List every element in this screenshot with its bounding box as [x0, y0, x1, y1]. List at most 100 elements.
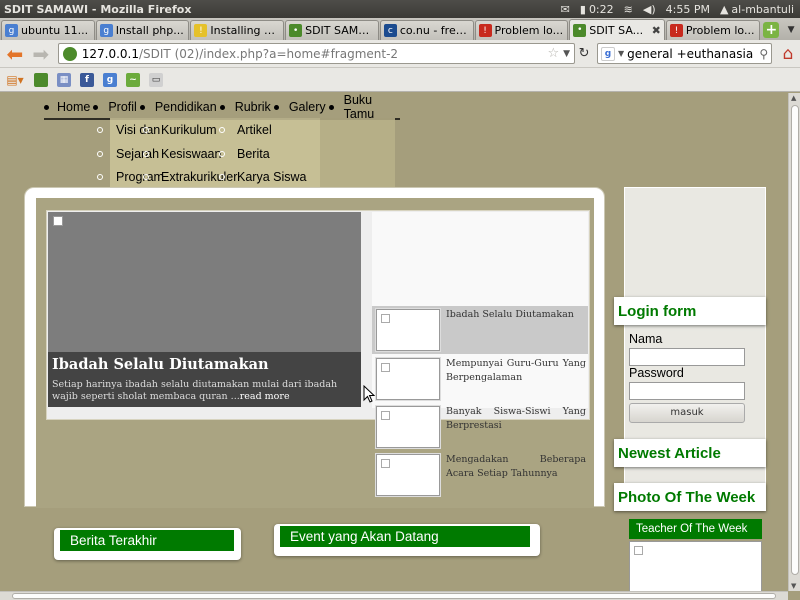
tab-label: ubuntu 11... — [21, 24, 89, 37]
submenu-item[interactable]: Visi dan — [116, 123, 160, 137]
tab-label: Problem lo... — [685, 24, 755, 37]
featured-item-text: Mempunyai Guru-Guru Yang Berpengalaman — [446, 358, 586, 383]
mail-icon[interactable]: ✉ — [561, 3, 570, 16]
bookmark-grid-icon[interactable]: ▦ — [57, 72, 71, 87]
back-button[interactable]: ⬅ — [2, 42, 28, 66]
read-more-link[interactable]: read more — [240, 391, 290, 402]
newest-article-title: Newest Article — [614, 439, 766, 467]
menu-home-label: Home — [57, 100, 91, 114]
search-bar[interactable]: g ▼ general +euthanasia ⚲ — [596, 43, 773, 64]
user-menu[interactable]: ▲ al-mbantuli — [720, 3, 794, 16]
tab-label: co.nu - free... — [399, 24, 470, 37]
browser-tab[interactable]: • SDIT SA... ✖ — [569, 19, 665, 40]
main-menu: Home Profil Pendidikan Rubrik Galery Buk… — [44, 93, 400, 121]
conu-icon: c — [383, 24, 397, 37]
clock[interactable]: 4:55 PM — [666, 3, 710, 16]
menu-profil[interactable]: Profil — [108, 100, 145, 114]
url-path: /SDIT (02)/index.php?a=home#fragment-2 — [138, 46, 399, 61]
submenu-item[interactable]: Artikel — [237, 123, 272, 137]
os-top-panel: SDIT SAMAWI - Mozilla Firefox ✉ ▮ 0:22 ≋ … — [0, 0, 800, 18]
menu-bullet — [219, 104, 225, 110]
site-identity-icon[interactable] — [62, 46, 77, 61]
browser-tab[interactable]: g ubuntu 11... — [1, 20, 95, 40]
browser-tab[interactable]: c co.nu - free... — [379, 20, 474, 40]
submenu-item[interactable]: Berita — [237, 147, 270, 161]
menu-pendidikan-label: Pendidikan — [154, 100, 217, 114]
browser-tab[interactable]: ! Problem lo... — [665, 20, 760, 40]
search-query[interactable]: general +euthanasia — [627, 47, 759, 61]
url-dropdown-icon[interactable]: ▼ — [563, 49, 570, 59]
menu-bullet — [139, 104, 145, 110]
search-icon[interactable]: ⚲ — [759, 47, 768, 61]
submenu-item[interactable]: Karya Siswa — [237, 170, 306, 184]
google-bookmark-icon[interactable]: g — [103, 72, 117, 87]
horizontal-scroll-thumb[interactable] — [12, 593, 776, 599]
browser-tab[interactable]: ! Installing A... — [190, 20, 285, 40]
menu-bullet — [328, 104, 334, 110]
bookmark-star-icon[interactable]: ☆ — [548, 46, 560, 61]
url-bar[interactable]: 127.0.0.1/SDIT (02)/index.php?a=home#fra… — [57, 43, 576, 64]
wifi-icon[interactable]: ≋ — [624, 3, 633, 16]
user-name: al-mbantuli — [731, 2, 794, 16]
facebook-icon[interactable]: f — [80, 72, 94, 87]
berita-terakhir-box: Berita Terakhir — [54, 528, 241, 560]
featured-thumbnail — [376, 358, 440, 400]
tab-label: SDIT SAMA... — [305, 24, 375, 37]
tab-label: Install php... — [115, 24, 184, 37]
scroll-up-icon[interactable]: ▲ — [791, 94, 796, 102]
browser-tab[interactable]: ! Problem lo... — [474, 20, 569, 40]
featured-list-item[interactable]: Mengadakan Beberapa Acara Setiap Tahunny… — [372, 451, 588, 499]
menu-profil-label: Profil — [108, 100, 137, 114]
teacher-photo[interactable] — [629, 541, 762, 593]
volume-icon[interactable]: ◀) — [643, 3, 656, 16]
horizontal-scrollbar[interactable] — [0, 591, 788, 600]
menu-buku-tamu[interactable]: Buku Tamu — [344, 93, 390, 121]
battery-indicator[interactable]: ▮ 0:22 — [580, 3, 614, 16]
featured-list-item[interactable]: Mempunyai Guru-Guru Yang Berpengalaman — [372, 355, 588, 403]
submenu-item[interactable]: Kesiswaan — [161, 147, 221, 161]
menu-bullet — [273, 104, 279, 110]
submenu-bullet — [143, 127, 149, 133]
broken-image-icon — [634, 546, 643, 555]
event-title: Event yang Akan Datang — [280, 526, 530, 547]
tab-list-icon[interactable]: ▼ — [782, 20, 800, 40]
scroll-down-icon[interactable]: ▼ — [791, 582, 796, 590]
login-button[interactable]: masuk — [629, 403, 745, 423]
submenu-item[interactable]: Program — [116, 170, 164, 184]
menu-rubrik[interactable]: Rubrik — [235, 100, 279, 114]
vertical-scrollbar[interactable]: ▲ ▼ — [788, 93, 800, 591]
menu-home[interactable]: Home — [44, 98, 99, 116]
submenu-item[interactable]: Sejarah — [116, 147, 159, 161]
search-engine-dropdown-icon[interactable]: ▼ — [618, 49, 624, 58]
password-input[interactable] — [629, 382, 745, 400]
forward-button[interactable]: ➡ — [28, 42, 54, 66]
nama-label: Nama — [629, 332, 663, 346]
tab-label: SDIT SA... — [589, 23, 644, 37]
featured-list-item[interactable]: Ibadah Selalu Diutamakan — [372, 306, 588, 354]
broken-image-icon — [53, 216, 63, 226]
featured-item-text: Mengadakan Beberapa Acara Setiap Tahunny… — [446, 454, 586, 479]
submenu-item[interactable]: Extrakurikuler — [161, 170, 237, 184]
featured-list-item[interactable]: Banyak Siswa-Siswi Yang Berprestasi — [372, 403, 588, 451]
reload-icon[interactable]: ↻ — [575, 46, 593, 61]
bookmark-site-icon[interactable] — [34, 72, 48, 87]
nama-input[interactable] — [629, 348, 745, 366]
bookmark-page-icon[interactable]: ▭ — [149, 72, 163, 87]
broken-image-icon — [381, 363, 390, 372]
menu-galery[interactable]: Galery — [289, 100, 334, 114]
menu-pendidikan[interactable]: Pendidikan — [155, 100, 225, 114]
home-icon[interactable]: ⌂ — [776, 44, 800, 64]
bookmark-chart-icon[interactable]: ~ — [126, 72, 140, 87]
url-text[interactable]: 127.0.0.1/SDIT (02)/index.php?a=home#fra… — [82, 47, 544, 61]
submenu-item[interactable]: Kurikulum — [161, 123, 217, 137]
submenu-bullet — [219, 150, 225, 157]
bookmarks-menu-icon[interactable]: ▤▾ — [5, 73, 25, 87]
new-tab-button[interactable]: + — [761, 20, 783, 40]
browser-tab[interactable]: g Install php... — [95, 20, 190, 40]
browser-tab[interactable]: • SDIT SAMA... — [285, 20, 379, 40]
featured-thumbnail — [376, 454, 440, 496]
google-search-icon[interactable]: g — [600, 46, 615, 61]
close-tab-icon[interactable]: ✖ — [652, 24, 661, 37]
submenu-bullet — [97, 127, 103, 133]
vertical-scroll-thumb[interactable] — [791, 105, 799, 575]
